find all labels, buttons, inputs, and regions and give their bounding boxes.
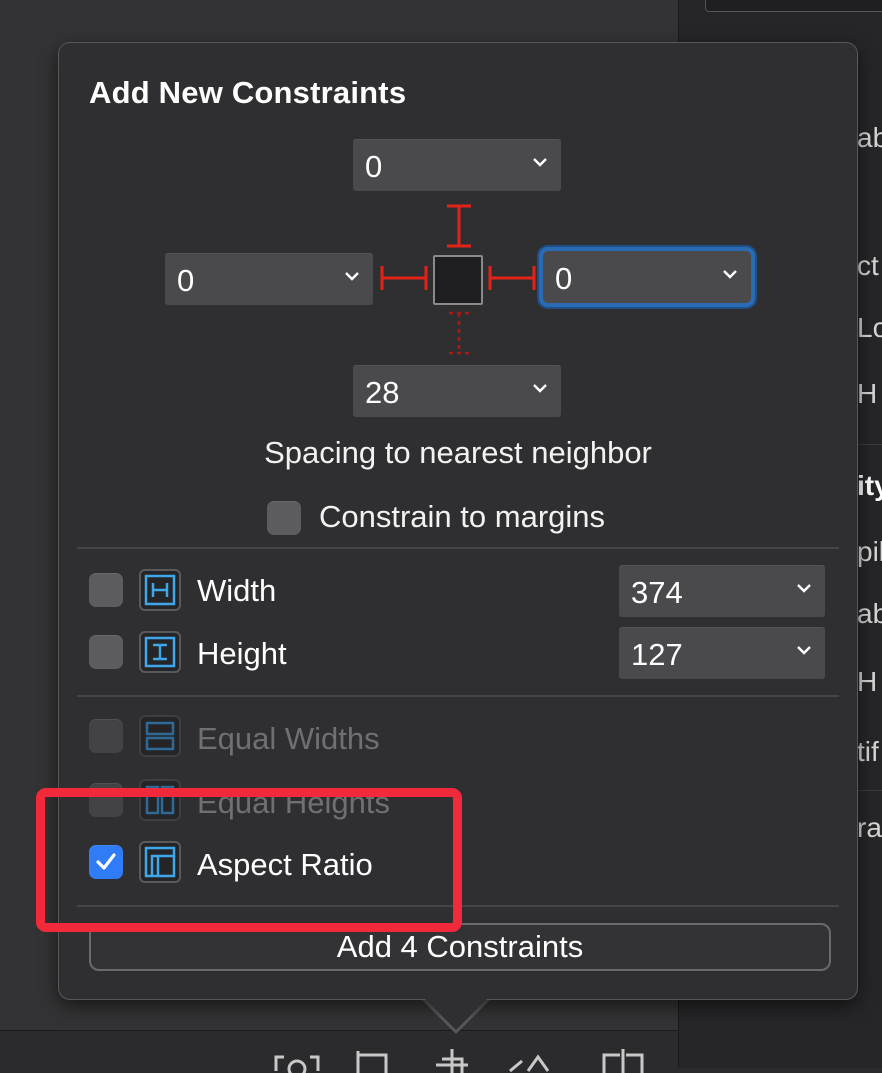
inspector-text: ra bbox=[857, 812, 882, 843]
width-value-combo[interactable]: 374 bbox=[619, 565, 825, 617]
inspector-text: Lo bbox=[857, 312, 882, 343]
align-icon[interactable] bbox=[354, 1049, 394, 1073]
bottom-spacing-value: 28 bbox=[365, 375, 400, 410]
constrain-to-margins-checkbox[interactable] bbox=[267, 501, 301, 535]
popover-title: Add New Constraints bbox=[89, 75, 407, 110]
inspector-field[interactable] bbox=[705, 0, 882, 12]
height-label: Height bbox=[197, 636, 287, 671]
constrain-to-margins-label: Constrain to margins bbox=[319, 499, 606, 534]
add-constraints-button[interactable]: Add 4 Constraints bbox=[89, 923, 831, 971]
inspector-text: ct bbox=[857, 250, 879, 281]
equal-widths-icon bbox=[139, 715, 181, 757]
left-spacing-value: 0 bbox=[177, 263, 195, 298]
height-icon bbox=[139, 631, 181, 673]
bottom-strut-icon[interactable] bbox=[443, 309, 475, 357]
inspector-text: H bbox=[857, 378, 878, 409]
left-spacing-combo[interactable]: 0 bbox=[165, 253, 373, 305]
spacing-caption: Spacing to nearest neighbor bbox=[264, 435, 652, 470]
width-value: 374 bbox=[631, 575, 683, 610]
checkmark-icon bbox=[96, 853, 116, 870]
top-strut-icon[interactable] bbox=[443, 203, 475, 249]
divider bbox=[77, 547, 839, 549]
divider bbox=[77, 905, 839, 907]
aspect-ratio-icon bbox=[139, 841, 181, 883]
chevron-down-icon bbox=[797, 584, 811, 593]
inspector-text: ab bbox=[857, 598, 882, 629]
selected-view-box bbox=[433, 255, 483, 305]
equal-heights-checkbox[interactable] bbox=[89, 783, 123, 817]
width-checkbox[interactable] bbox=[89, 573, 123, 607]
equal-widths-label: Equal Widths bbox=[197, 721, 380, 756]
add-constraints-popover: Add New Constraints 0 0 0 28 Spacing to … bbox=[58, 42, 858, 1000]
chevron-down-icon bbox=[723, 270, 737, 279]
resolve-issues-icon[interactable] bbox=[508, 1049, 558, 1073]
inspector-text: ab bbox=[857, 122, 882, 153]
height-checkbox[interactable] bbox=[89, 635, 123, 669]
right-strut-icon[interactable] bbox=[487, 262, 537, 294]
width-label: Width bbox=[197, 573, 277, 608]
equal-widths-checkbox[interactable] bbox=[89, 719, 123, 753]
inspector-text: H bbox=[857, 666, 878, 697]
equal-heights-icon bbox=[139, 779, 181, 821]
bottom-spacing-combo[interactable]: 28 bbox=[353, 365, 561, 417]
canvas-bottom-toolbar bbox=[0, 1030, 678, 1073]
aspect-ratio-checkbox[interactable] bbox=[89, 845, 123, 879]
height-value-combo[interactable]: 127 bbox=[619, 627, 825, 679]
chevron-down-icon bbox=[533, 158, 547, 167]
aspect-ratio-label: Aspect Ratio bbox=[197, 847, 373, 882]
divider bbox=[77, 695, 839, 697]
width-icon bbox=[139, 569, 181, 611]
right-spacing-value: 0 bbox=[555, 261, 573, 296]
embed-in-icon[interactable] bbox=[600, 1049, 644, 1073]
chevron-down-icon bbox=[797, 646, 811, 655]
top-spacing-value: 0 bbox=[365, 149, 383, 184]
chevron-down-icon bbox=[533, 384, 547, 393]
inspector-text: pil bbox=[857, 536, 882, 567]
add-constraints-icon[interactable] bbox=[432, 1049, 472, 1073]
update-frames-icon[interactable] bbox=[272, 1049, 322, 1073]
inspector-section-title: ity bbox=[857, 470, 882, 501]
equal-heights-label: Equal Heights bbox=[197, 785, 391, 820]
top-spacing-combo[interactable]: 0 bbox=[353, 139, 561, 191]
popover-arrow-fill bbox=[420, 994, 492, 1030]
left-strut-icon[interactable] bbox=[379, 262, 429, 294]
chevron-down-icon bbox=[345, 272, 359, 281]
height-value: 127 bbox=[631, 637, 683, 672]
inspector-text: tif bbox=[857, 736, 879, 767]
right-spacing-combo[interactable]: 0 bbox=[543, 251, 751, 303]
